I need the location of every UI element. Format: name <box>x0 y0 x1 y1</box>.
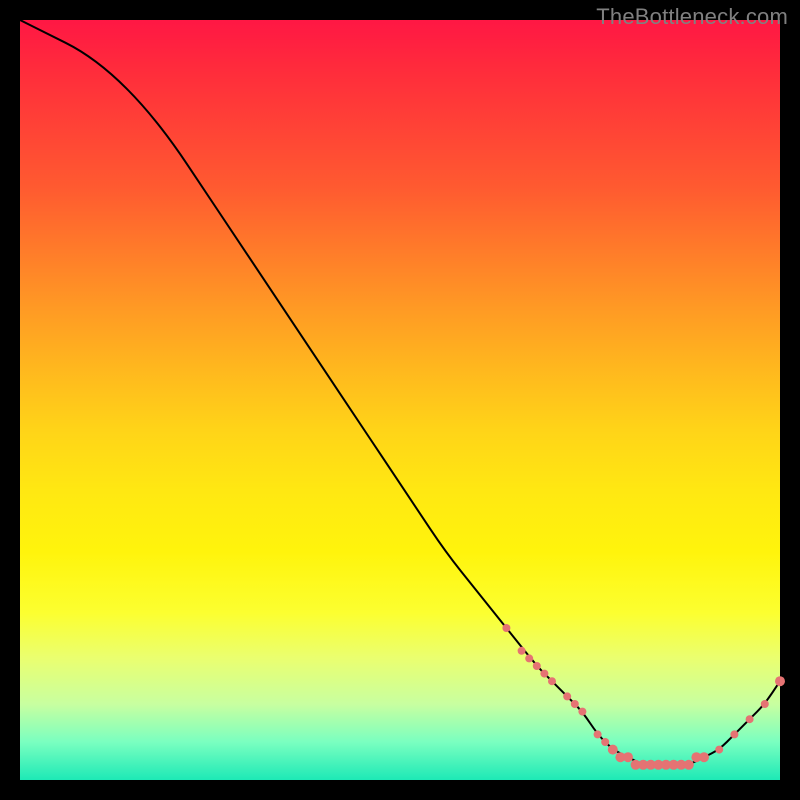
plot-overlay <box>20 20 780 780</box>
data-marker <box>684 760 694 770</box>
data-marker <box>608 745 618 755</box>
data-marker <box>594 730 602 738</box>
data-marker <box>730 730 738 738</box>
data-marker <box>601 738 609 746</box>
data-marker <box>571 700 579 708</box>
data-marker <box>525 654 533 662</box>
data-marker <box>502 624 510 632</box>
watermark-text: TheBottleneck.com <box>596 4 788 30</box>
data-marker <box>623 752 633 762</box>
data-marker <box>761 700 769 708</box>
data-marker <box>578 708 586 716</box>
data-marker <box>518 647 526 655</box>
marker-group <box>502 624 785 770</box>
data-marker <box>699 752 709 762</box>
data-marker <box>715 746 723 754</box>
data-marker <box>540 670 548 678</box>
data-marker <box>533 662 541 670</box>
data-marker <box>563 692 571 700</box>
bottleneck-curve <box>20 20 780 765</box>
data-marker <box>746 715 754 723</box>
chart-frame: TheBottleneck.com <box>0 0 800 800</box>
data-marker <box>548 677 556 685</box>
data-marker <box>775 676 785 686</box>
